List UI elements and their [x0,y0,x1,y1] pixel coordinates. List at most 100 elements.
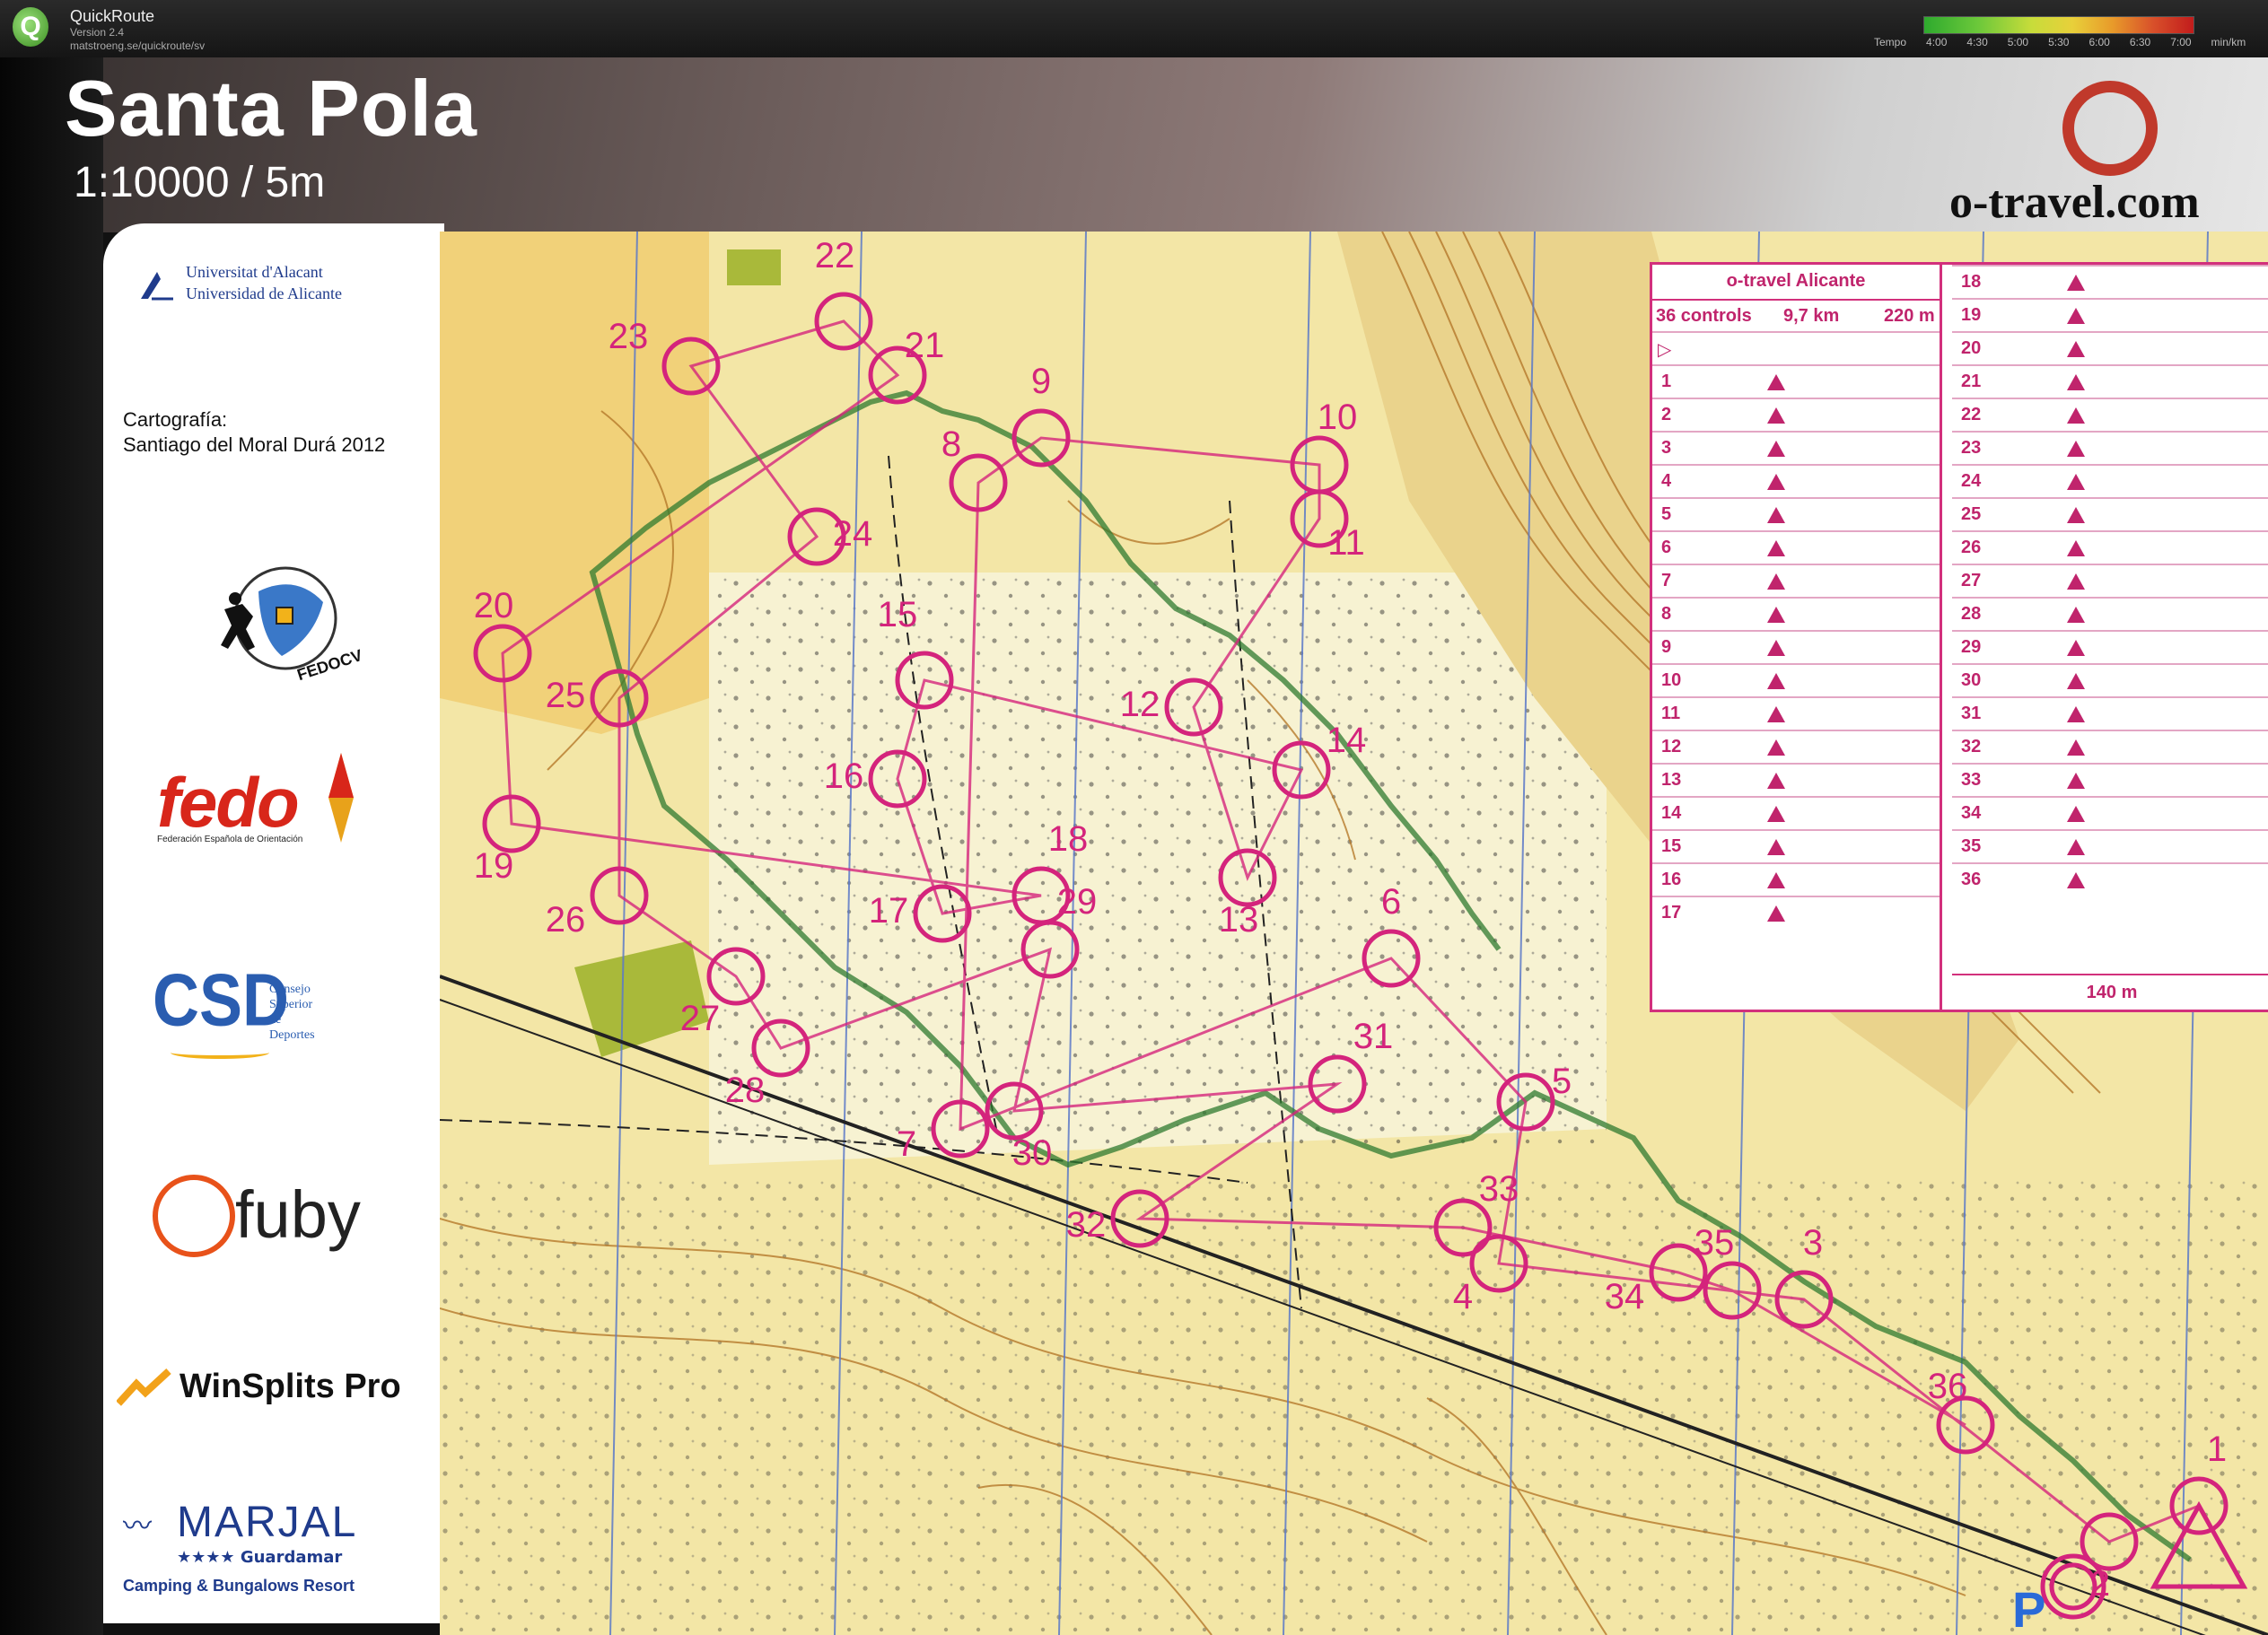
winsplits-chart-icon [116,1368,171,1406]
marjal-stars: ★★★★ [177,1548,235,1567]
boulder-symbol-icon [1767,374,1785,390]
description-row: 20 [1952,331,2268,366]
boulder-symbol-icon [2067,275,2085,291]
boulder-symbol-icon [2067,441,2085,457]
description-control-number: 6 [1661,538,1672,557]
tempo-tick: 5:00 [2007,36,2029,48]
description-control-number: 24 [1961,471,1982,491]
description-control-number: 4 [1661,471,1672,491]
tempo-scale-labels: Tempo 4:00 4:30 5:00 5:30 6:00 6:30 7:00… [1874,36,2246,48]
description-row: 28 [1952,597,2268,632]
map-sheet[interactable]: Santa Pola 1:10000 / 5m o-travel.com Uni… [0,57,2268,1635]
tempo-tick: 6:00 [2088,36,2110,48]
description-control-number: 26 [1961,538,1982,557]
control-number-22: 22 [815,236,855,275]
boulder-symbol-icon [1767,540,1785,556]
tempo-tick: 4:30 [1966,36,1988,48]
boulder-symbol-icon [1767,673,1785,689]
csd-fullname-2: Superior de [269,998,313,1027]
description-control-number: 30 [1961,670,1982,690]
description-control-number: 16 [1661,870,1682,889]
description-control-number: 10 [1661,670,1682,690]
description-course-info: 36 controls 9,7 km 220 m [1652,299,1940,333]
description-row: 8 [1652,597,1940,632]
description-control-number: 25 [1961,504,1982,524]
boulder-symbol-icon [2067,308,2085,324]
description-control-number: 35 [1961,836,1982,856]
boulder-symbol-icon [2067,374,2085,390]
control-number-27: 27 [680,999,721,1038]
control-number-6: 6 [1381,882,1401,922]
boulder-symbol-icon [1767,739,1785,756]
control-number-21: 21 [905,326,945,365]
app-url[interactable]: matstroeng.se/quickroute/sv [70,39,205,52]
boulder-symbol-icon [1767,407,1785,424]
csd-fullname-1: Consejo [269,983,311,996]
description-row: 36 [1952,862,2268,897]
description-row: 21 [1952,364,2268,399]
map-title: Santa Pola [65,64,477,153]
tempo-label: Tempo [1874,36,1907,48]
scattered-trees [440,1174,2268,1635]
tempo-tick: 6:30 [2129,36,2151,48]
university-name-2: Universidad de Alicante [186,284,342,302]
marjal-bird-icon: 〰 [123,1509,153,1542]
cartography-label: Cartografía: [123,408,228,431]
control-number-18: 18 [1048,819,1089,859]
control-number-16: 16 [824,756,864,796]
quickroute-logo-icon: Q [13,7,48,47]
description-control-number: 27 [1961,571,1982,590]
control-number-28: 28 [725,1071,766,1110]
university-name-1: Universitat d'Alacant [186,263,323,281]
control-number-20: 20 [474,586,514,625]
boulder-symbol-icon [1767,607,1785,623]
control-number-5: 5 [1552,1062,1572,1101]
fedocv-emblem-icon [221,566,337,670]
description-row: 14 [1652,796,1940,831]
control-number-23: 23 [609,317,649,356]
app-name: QuickRoute [70,7,155,25]
boulder-symbol-icon [2067,706,2085,722]
description-row: 16 [1652,862,1940,897]
boulder-symbol-icon [2067,872,2085,888]
control-number-14: 14 [1327,721,1367,760]
controls-count: 36 controls [1656,306,1752,326]
control-number-9: 9 [1031,362,1051,401]
control-number-35: 35 [1694,1223,1735,1263]
marjal-wordmark: MARJAL [177,1499,358,1546]
brand-url: o-travel.com [1949,177,2200,228]
description-row: 23 [1952,431,2268,466]
boulder-symbol-icon [2067,773,2085,789]
description-row: 5 [1652,497,1940,532]
scan-border [0,57,103,1635]
description-control-number: 20 [1961,338,1982,358]
green-vegetation [727,249,781,285]
sponsor-panel: Universitat d'Alacant Universidad de Ali… [103,223,444,1623]
boulder-symbol-icon [2067,341,2085,357]
control-description-sheet: o-travel Alicante 36 controls 9,7 km 220… [1650,262,2268,1012]
boulder-symbol-icon [1767,474,1785,490]
control-number-17: 17 [869,891,909,931]
description-row: 27 [1952,564,2268,599]
description-row: 9 [1652,630,1940,665]
description-control-number: 14 [1661,803,1682,823]
description-control-number: 22 [1961,405,1982,424]
description-control-number: 31 [1961,704,1982,723]
course-length: 9,7 km [1783,306,1840,326]
description-start-row: ▷ [1652,331,1940,366]
description-control-number: 7 [1661,571,1672,590]
control-number-25: 25 [546,676,586,715]
description-control-number: 21 [1961,372,1982,391]
control-number-3: 3 [1803,1223,1823,1263]
description-row: 18 [1952,265,2268,300]
control-number-12: 12 [1120,685,1160,724]
control-number-15: 15 [878,595,918,634]
cartography-credit: Santiago del Moral Durá 2012 [123,433,386,456]
description-control-number: 1 [1661,372,1672,391]
csd-fullname-3: Deportes [269,1028,315,1042]
description-column-left: o-travel Alicante 36 controls 9,7 km 220… [1652,265,1942,1010]
description-control-number: 33 [1961,770,1982,790]
boulder-symbol-icon [1767,441,1785,457]
tempo-tick: 7:00 [2170,36,2192,48]
description-row: 29 [1952,630,2268,665]
